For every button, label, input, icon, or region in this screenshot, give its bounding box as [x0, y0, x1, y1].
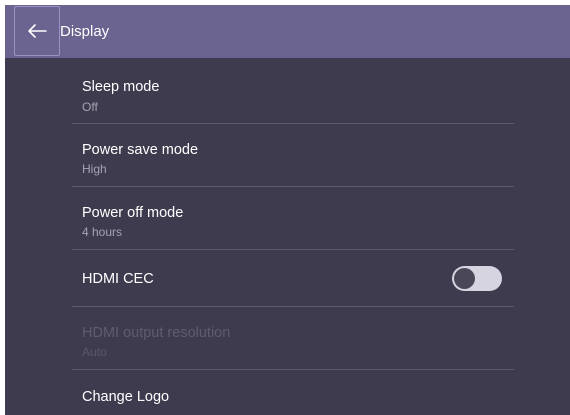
arrow-left-icon [28, 24, 47, 38]
setting-power-off-mode[interactable]: Power off mode 4 hours [72, 187, 514, 250]
back-button[interactable] [14, 6, 60, 56]
setting-label: Power off mode [82, 205, 184, 221]
setting-value: Off [82, 100, 98, 114]
settings-list: Sleep mode Off Power save mode High Powe… [72, 58, 514, 415]
setting-label: Change Logo [82, 389, 170, 405]
setting-label: HDMI output resolution [82, 325, 231, 341]
setting-hdmi-output-resolution: HDMI output resolution Auto [72, 307, 514, 370]
setting-hdmi-cec[interactable]: HDMI CEC [72, 250, 514, 307]
page-title: Display [60, 23, 110, 40]
setting-label: HDMI CEC [82, 271, 154, 287]
setting-change-logo[interactable]: Change Logo [72, 370, 514, 415]
setting-value: High [82, 162, 107, 176]
hdmi-cec-toggle[interactable] [452, 266, 502, 291]
toggle-knob [454, 268, 475, 289]
setting-power-save-mode[interactable]: Power save mode High [72, 124, 514, 187]
setting-sleep-mode[interactable]: Sleep mode Off [72, 58, 514, 124]
setting-value: Auto [82, 345, 107, 359]
display-settings-screen: Display Sleep mode Off Power save mode H… [5, 5, 570, 415]
setting-label: Sleep mode [82, 79, 160, 95]
setting-label: Power save mode [82, 142, 199, 158]
header-bar: Display [5, 5, 570, 58]
setting-value: 4 hours [82, 225, 123, 239]
